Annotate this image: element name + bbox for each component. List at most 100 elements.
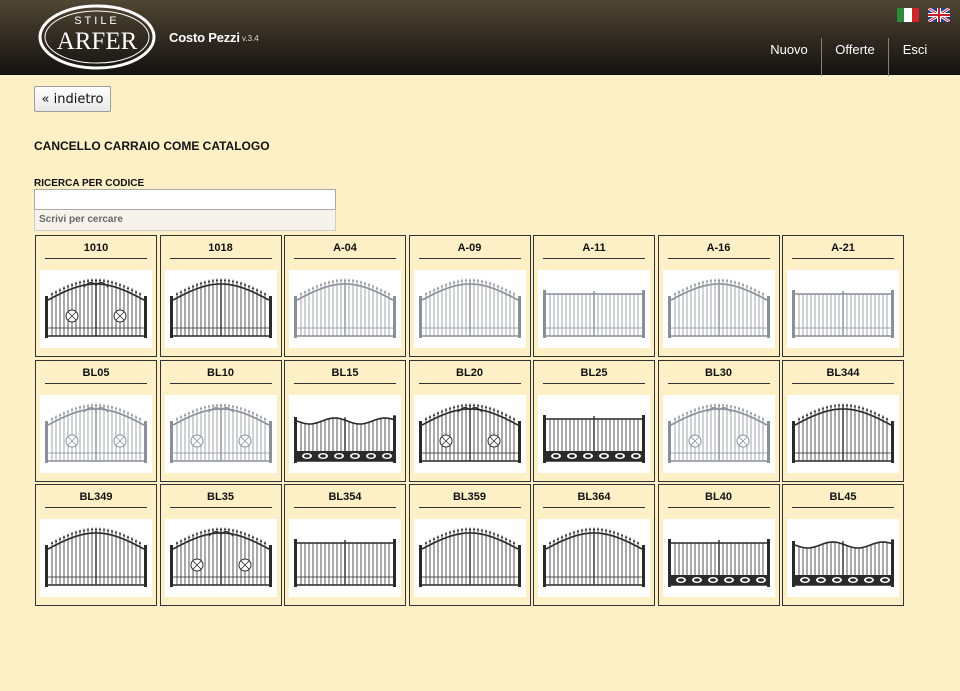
top-bar: STILE ARFER Costo Pezzi v.3.4 Nuovo Offe… [0,0,960,76]
back-button[interactable]: « indietro [34,86,111,112]
gate-image[interactable] [289,394,401,473]
flag-uk-icon[interactable] [927,6,951,24]
product-card[interactable]: BL30 [657,359,780,482]
product-card[interactable]: A-16 [657,235,780,357]
product-divider [418,258,521,259]
product-divider [45,507,147,508]
product-card[interactable]: BL45 [782,484,904,606]
app-version: v.3.4 [242,34,259,43]
product-code: A-04 [333,242,357,254]
product-card[interactable]: BL349 [35,484,157,606]
gate-image[interactable] [662,394,775,473]
product-grid: 1010 1018 A-04 A-09 A-11 A-16 A-21 BL05 BL10 BL15… [35,235,904,606]
product-card[interactable]: BL35 [159,484,282,606]
gate-image[interactable] [413,519,526,597]
product-divider [45,258,147,259]
product-divider [543,507,645,508]
product-code: BL30 [705,366,732,379]
product-code: BL354 [328,491,362,503]
gate-image[interactable] [164,519,277,597]
product-code: BL45 [829,491,857,503]
product-card[interactable]: BL25 [533,359,655,482]
product-card[interactable]: BL05 [35,359,157,482]
nav-offerte[interactable]: Offerte [832,38,878,76]
search-hint: Scrivi per cercare [34,210,336,231]
nav-divider [821,38,822,76]
gate-image[interactable] [40,394,152,473]
svg-text:ARFER: ARFER [57,28,138,55]
product-code: BL25 [580,366,608,379]
gate-image[interactable] [538,270,650,348]
product-divider [667,507,770,508]
product-code: BL05 [82,366,110,379]
gate-image[interactable] [289,270,401,348]
product-card[interactable]: 1018 [159,235,282,357]
product-divider [667,258,770,259]
product-card[interactable]: BL40 [657,484,780,606]
product-code: BL20 [456,366,483,379]
product-code: BL344 [826,366,860,379]
nav-divider [888,38,889,76]
gate-image[interactable] [413,270,526,348]
product-code: BL40 [705,491,732,503]
gate-image[interactable] [787,519,899,597]
stile-arfer-logo[interactable]: STILE ARFER [37,3,157,71]
product-card[interactable]: BL359 [408,484,531,606]
svg-text:STILE: STILE [74,15,120,27]
product-card[interactable]: A-09 [408,235,531,357]
product-divider [294,258,396,259]
product-code: 1010 [83,242,109,254]
product-card[interactable]: A-11 [533,235,655,357]
gate-image[interactable] [787,394,899,473]
product-divider [169,382,272,384]
product-card[interactable]: BL344 [782,359,904,482]
product-divider [294,507,396,508]
gate-image[interactable] [538,394,650,473]
product-card[interactable]: BL20 [408,359,531,482]
product-divider [667,382,770,384]
product-divider [169,258,272,259]
product-card[interactable]: BL364 [533,484,655,606]
gate-image[interactable] [662,270,775,348]
nav-nuovo[interactable]: Nuovo [766,38,812,76]
product-divider [45,382,147,384]
product-card[interactable]: A-04 [284,235,406,357]
product-card[interactable]: BL10 [159,359,282,482]
product-code: A-16 [706,242,731,254]
product-divider [418,507,521,508]
search-input[interactable] [34,189,336,210]
product-divider [418,382,521,384]
product-card[interactable]: A-21 [782,235,904,357]
gate-image[interactable] [289,519,401,597]
product-card[interactable]: BL354 [284,484,406,606]
product-divider [543,382,645,384]
gate-image[interactable] [40,519,152,597]
product-code: BL10 [207,366,234,379]
product-divider [169,507,272,508]
product-divider [792,382,894,384]
product-code: A-21 [831,242,855,254]
product-divider [294,382,396,384]
product-code: BL359 [452,491,487,503]
gate-image[interactable] [164,270,277,348]
product-code: 1018 [208,242,233,254]
gate-image[interactable] [538,519,650,597]
product-code: A-11 [582,242,606,254]
gate-image[interactable] [787,270,899,348]
product-divider [792,258,894,259]
search-label: RICERCA PER CODICE [34,178,145,189]
gate-image[interactable] [40,270,152,348]
product-card[interactable]: BL15 [284,359,406,482]
flag-it-icon[interactable] [897,8,919,22]
gate-image[interactable] [413,394,526,473]
gate-image[interactable] [164,394,277,473]
product-divider [543,258,645,259]
product-code: A-09 [457,242,482,254]
product-code: BL35 [207,491,234,503]
app-title: Costo Pezzi [169,30,240,45]
product-divider [792,507,894,508]
product-code: BL15 [331,366,359,379]
nav-esci[interactable]: Esci [898,38,932,76]
gate-image[interactable] [662,519,775,597]
product-card[interactable]: 1010 [35,235,157,357]
